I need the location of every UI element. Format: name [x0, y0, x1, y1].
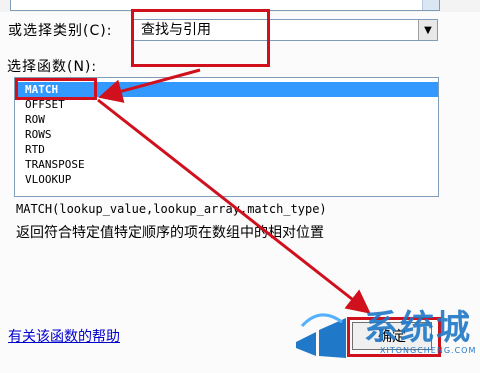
list-item[interactable]: ROWS: [15, 127, 438, 142]
category-select[interactable]: 查找与引用 ▼: [132, 19, 438, 41]
function-syntax: MATCH(lookup_value,lookup_array,match_ty…: [16, 202, 327, 216]
list-item[interactable]: ROW: [15, 112, 438, 127]
help-link[interactable]: 有关该函数的帮助: [8, 326, 120, 346]
function-list[interactable]: MATCH OFFSET ROW ROWS RTD TRANSPOSE VLOO…: [14, 77, 439, 197]
search-result-box[interactable]: [10, 0, 440, 11]
list-item[interactable]: MATCH: [15, 82, 438, 97]
function-description: 返回符合特定值特定顺序的项在数组中的相对位置: [16, 225, 324, 241]
watermark-subtext: XITONGCHENG.COM: [380, 346, 477, 355]
list-item[interactable]: RTD: [15, 142, 438, 157]
watermark-text: 系统城: [364, 308, 472, 348]
watermark-logo-icon: [296, 313, 346, 358]
list-item[interactable]: VLOOKUP: [15, 172, 438, 187]
category-value: 查找与引用: [141, 22, 211, 38]
list-item[interactable]: OFFSET: [15, 97, 438, 112]
chevron-down-icon[interactable]: ▼: [418, 20, 437, 40]
top-scrollbar[interactable]: [422, 0, 439, 10]
category-label: 或选择类别(C):: [8, 23, 113, 39]
function-list-label: 选择函数(N):: [7, 59, 98, 75]
list-item[interactable]: TRANSPOSE: [15, 157, 438, 172]
